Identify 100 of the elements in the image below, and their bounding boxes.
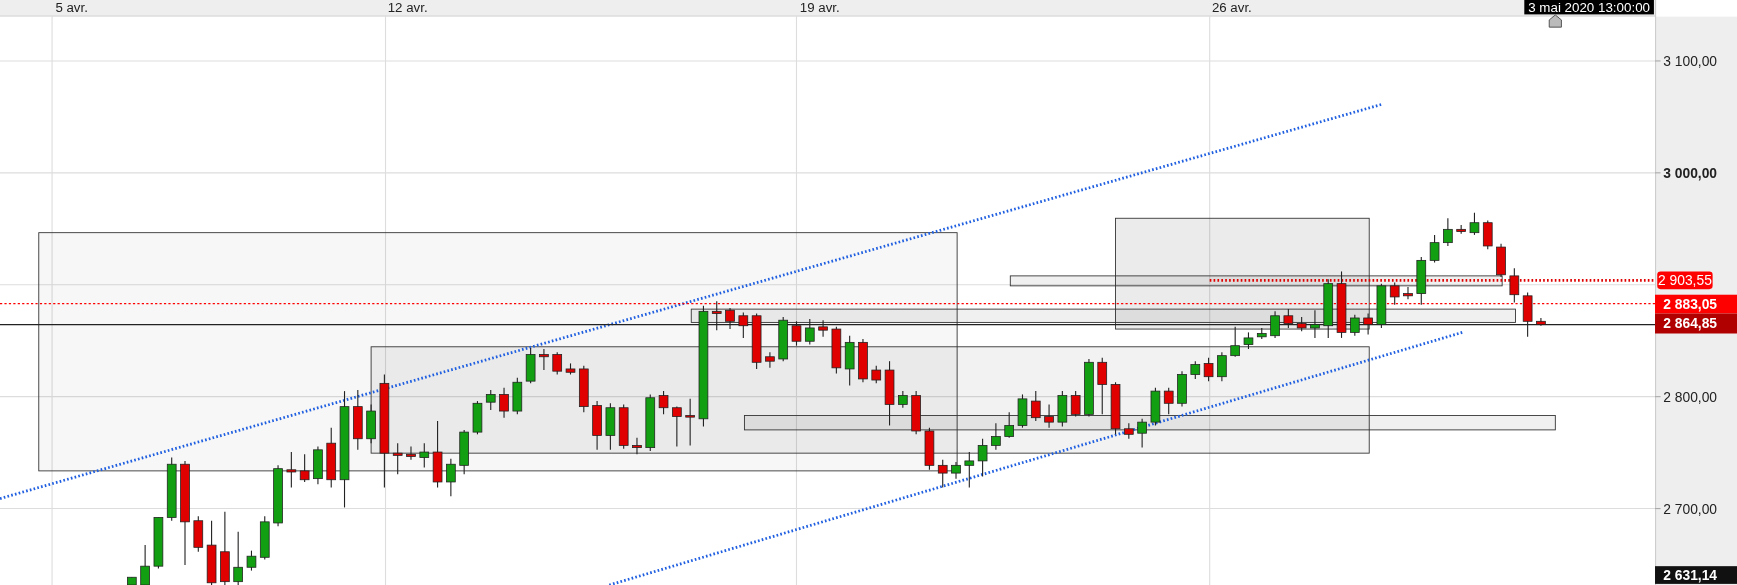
candlestick (1270, 310, 1280, 339)
candlestick (1416, 256, 1427, 306)
date-label: 19 avr. (799, 0, 840, 16)
candlestick (1323, 278, 1334, 339)
candlestick (1536, 317, 1546, 327)
candlestick (685, 398, 695, 446)
candlestick (1190, 360, 1201, 380)
candlestick (246, 550, 257, 572)
candlestick (1256, 327, 1267, 340)
candlestick (1363, 313, 1373, 336)
candlestick (791, 320, 802, 347)
candlestick (153, 516, 164, 569)
price-label: 3 000,00 (1663, 164, 1718, 181)
cursor-time-badge: 3 mai 2020 13:00:00 (1524, 0, 1654, 15)
candlestick (592, 400, 602, 451)
candlestick (632, 437, 642, 455)
candlestick (512, 377, 523, 415)
candlestick (1230, 326, 1240, 358)
candlestick (937, 459, 948, 489)
candlestick (313, 445, 323, 485)
candlestick (1243, 331, 1254, 350)
candlestick (765, 351, 775, 369)
candlestick (233, 531, 243, 585)
candlestick (738, 311, 749, 339)
tick-mark (1654, 396, 1662, 398)
candlestick (419, 442, 430, 469)
candlestick (1057, 390, 1068, 428)
candlestick (1443, 217, 1453, 247)
candlestick (446, 458, 456, 497)
tick-mark (1654, 508, 1662, 510)
candlestick (1296, 316, 1307, 332)
candlestick (1044, 403, 1054, 429)
candlestick (618, 403, 629, 450)
price-badge: 2 864,85 (1655, 313, 1737, 334)
date-label: 12 avr. (387, 0, 428, 16)
candlestick (1389, 281, 1400, 306)
candlestick (725, 307, 735, 330)
candlestick (1097, 357, 1108, 415)
candlestick (459, 429, 469, 475)
candlestick (898, 390, 908, 409)
candlestick (1522, 291, 1533, 338)
candlestick (1017, 393, 1028, 429)
candlestick (1482, 219, 1493, 250)
candlestick (1496, 243, 1506, 278)
candlestick (273, 464, 283, 527)
candlestick (977, 438, 988, 477)
candlestick (804, 318, 815, 346)
tick-mark (1654, 172, 1662, 174)
candlestick (193, 515, 204, 553)
candlestick (525, 347, 536, 384)
candlestick (166, 457, 177, 522)
candlestick (751, 313, 762, 370)
candlestick (286, 451, 297, 489)
candlestick (844, 335, 855, 387)
price-badge: 2 903,55 (1657, 271, 1713, 290)
candlestick (778, 316, 788, 362)
candlestick (1376, 283, 1387, 329)
tick-mark (1654, 60, 1662, 62)
price-label: 2 700,00 (1663, 500, 1718, 517)
candlestick (1163, 387, 1174, 415)
price-badge: 2 631,14 (1655, 566, 1737, 584)
candlestick (1456, 224, 1466, 235)
candlestick (353, 389, 363, 451)
candlestick (579, 365, 589, 413)
candlestick (499, 387, 509, 419)
candlestick (326, 427, 337, 489)
candlestick (472, 400, 483, 435)
price-label: 2 800,00 (1663, 388, 1718, 405)
candlestick (672, 406, 682, 448)
candlestick (299, 453, 310, 483)
candlestick (964, 451, 975, 489)
candlestick (1110, 381, 1121, 435)
date-label: 26 avr. (1211, 0, 1252, 16)
candlestick (1310, 309, 1320, 339)
candlestick (140, 544, 150, 585)
candlestick (605, 402, 616, 451)
candlestick (406, 445, 416, 461)
candlestick (711, 300, 722, 331)
candlestick (871, 365, 882, 384)
candlestick (432, 420, 443, 489)
candlestick (392, 442, 403, 475)
candlestick (1177, 370, 1187, 408)
candlestick (951, 461, 961, 480)
candlestick (1070, 390, 1081, 418)
candlestick (658, 390, 669, 415)
candlestick (1350, 314, 1360, 337)
candlestick (565, 362, 576, 376)
candlestick (645, 393, 656, 452)
date-label: 5 avr. (55, 0, 88, 16)
candlestick (884, 360, 895, 426)
candlestick (1203, 357, 1214, 382)
candlestick (485, 389, 496, 411)
candlestick (1336, 270, 1347, 339)
candlestick (127, 576, 137, 585)
candlestick (539, 348, 549, 371)
candlestick (1137, 418, 1147, 449)
candlestick (1429, 234, 1440, 264)
candlestick (1283, 308, 1294, 329)
candlestick (1509, 267, 1520, 304)
candlestick (858, 338, 868, 383)
